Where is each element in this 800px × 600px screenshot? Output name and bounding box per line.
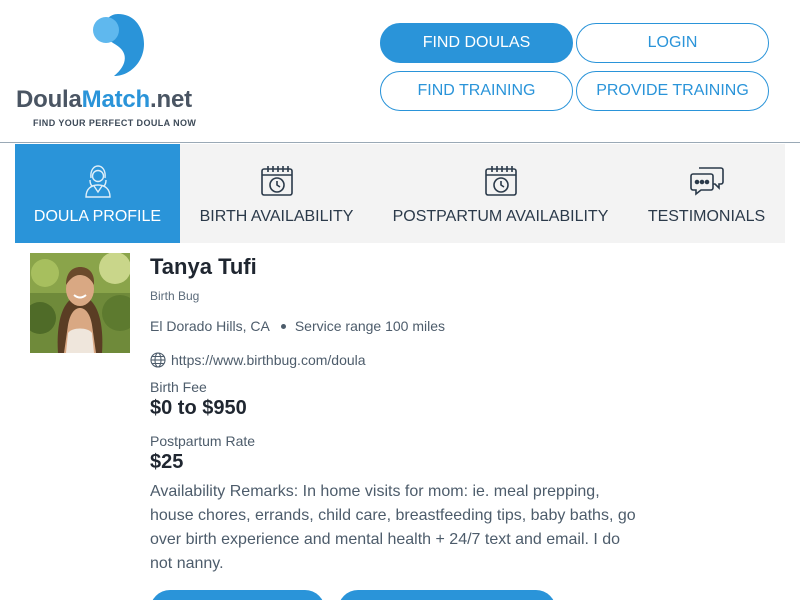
- tab-postpartum-availability[interactable]: POSTPARTUM AVAILABILITY: [373, 144, 628, 243]
- tab-label: DOULA PROFILE: [33, 208, 162, 225]
- tab-label: BIRTH AVAILABILITY: [199, 208, 354, 225]
- doula-photo: [30, 253, 130, 353]
- find-training-button[interactable]: FIND TRAINING: [380, 71, 573, 111]
- tab-birth-availability[interactable]: BIRTH AVAILABILITY: [180, 144, 373, 243]
- birth-fee-value: $0 to $950: [150, 397, 247, 419]
- tab-label: TESTIMONIALS: [647, 208, 766, 225]
- birth-fee-label: Birth Fee: [150, 379, 207, 395]
- logo-tagline: FIND YOUR PERFECT DOULA NOW: [33, 118, 197, 128]
- chat-bubbles-icon: [689, 163, 725, 199]
- site-logo[interactable]: DoulaMatch.net FIND YOUR PERFECT DOULA N…: [16, 12, 221, 132]
- doula-organization: Birth Bug: [150, 289, 200, 303]
- login-button[interactable]: LOGIN: [576, 23, 769, 63]
- calendar-clock-icon: [483, 163, 519, 199]
- profile-tabs: DOULA PROFILE BIRTH AVAILABILITY POSTPAR…: [15, 144, 785, 243]
- doula-location: El Dorado Hills, CA: [150, 318, 270, 334]
- calendar-clock-icon: [259, 163, 295, 199]
- website-row: https://www.birthbug.com/doula: [150, 352, 366, 368]
- find-doulas-button[interactable]: FIND DOULAS: [380, 23, 573, 63]
- availability-remarks: Availability Remarks: In home visits for…: [150, 483, 636, 572]
- tab-doula-profile[interactable]: DOULA PROFILE: [15, 144, 180, 243]
- provide-training-button[interactable]: PROVIDE TRAINING: [576, 71, 769, 111]
- site-header: DoulaMatch.net FIND YOUR PERFECT DOULA N…: [0, 0, 800, 143]
- postpartum-rate-value: $25: [150, 451, 184, 473]
- doula-name: Tanya Tufi: [150, 254, 257, 279]
- tab-testimonials[interactable]: TESTIMONIALS: [628, 144, 785, 243]
- action-button[interactable]: [338, 590, 556, 600]
- globe-icon: [150, 352, 166, 368]
- website-link[interactable]: https://www.birthbug.com/doula: [171, 352, 366, 368]
- service-range: Service range 100 miles: [294, 318, 446, 334]
- action-button[interactable]: [150, 590, 325, 600]
- logo-wordmark: DoulaMatch.net: [16, 86, 192, 113]
- doula-person-icon: [80, 163, 116, 199]
- separator-dot: [280, 323, 286, 329]
- postpartum-rate-label: Postpartum Rate: [150, 433, 256, 449]
- tab-label: POSTPARTUM AVAILABILITY: [392, 208, 609, 225]
- logo-drop-icon: [93, 14, 144, 76]
- doula-location-row: El Dorado Hills, CA Service range 100 mi…: [150, 318, 445, 334]
